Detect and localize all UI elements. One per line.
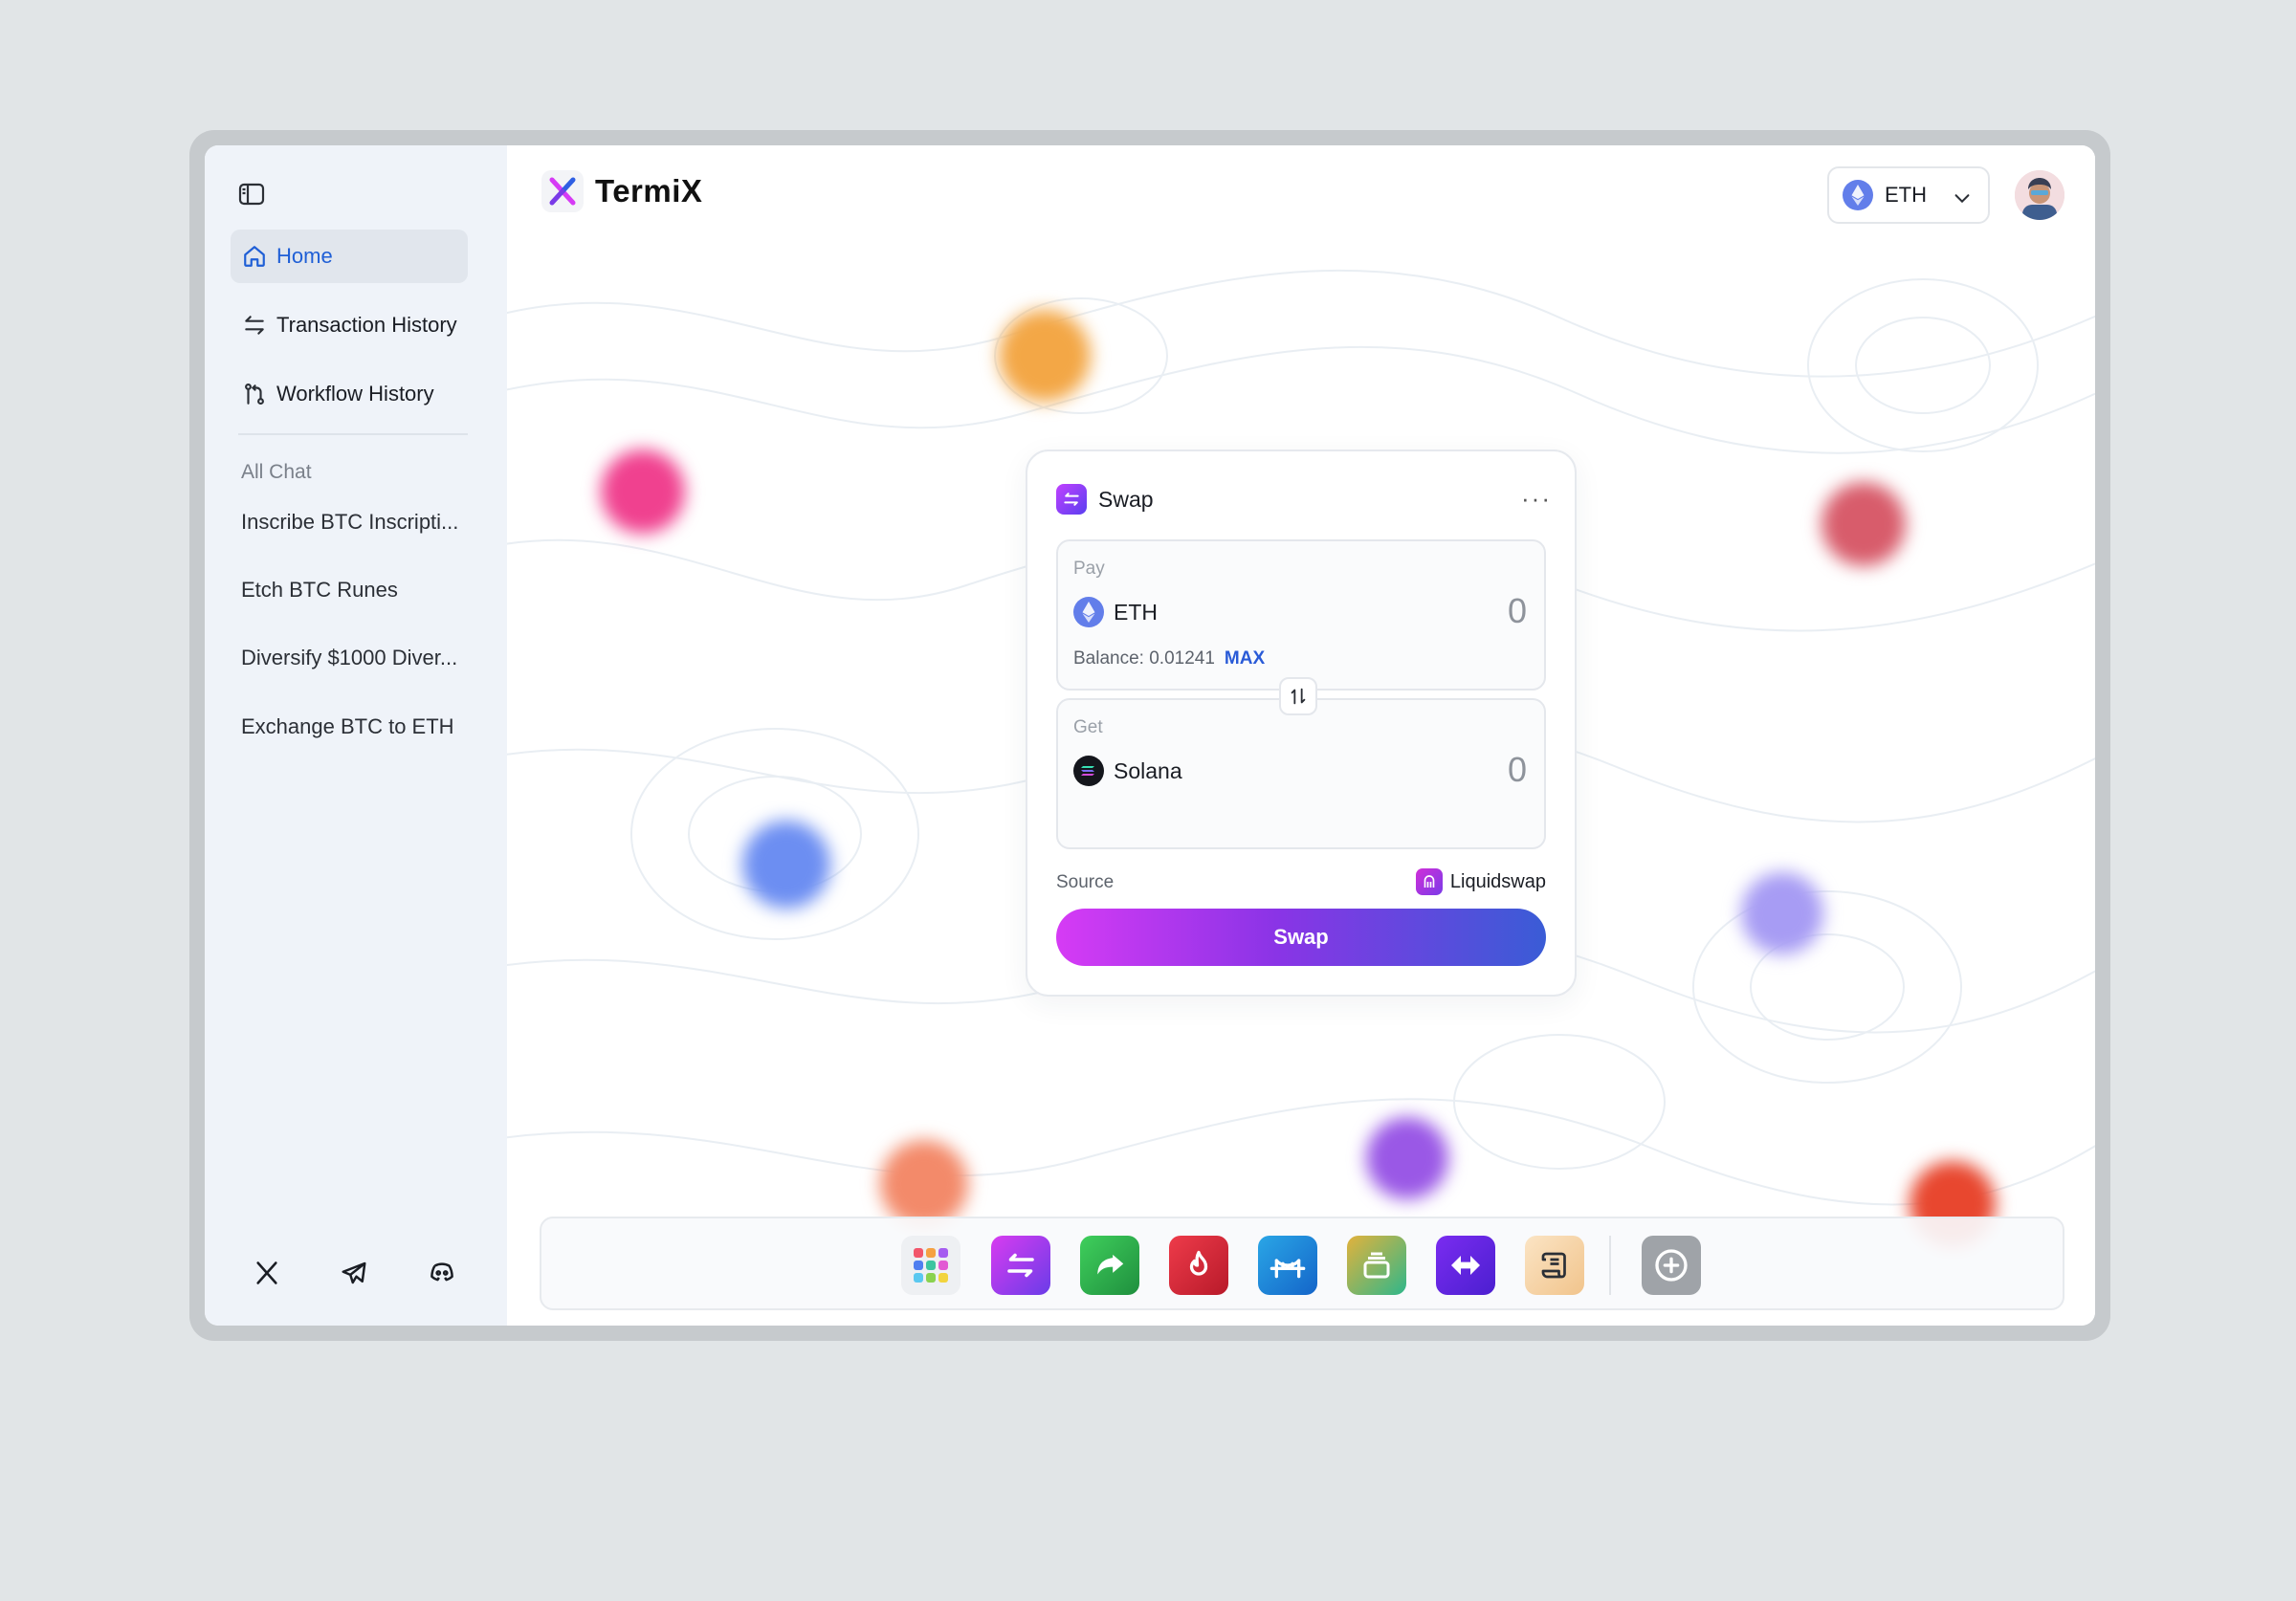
source-selector[interactable]: Liquidswap [1415, 868, 1546, 895]
solana-icon [1073, 756, 1104, 786]
brand[interactable]: TermiX [541, 170, 702, 212]
chat-item[interactable]: Inscribe BTC Inscripti... [241, 510, 480, 535]
telegram-icon[interactable] [338, 1257, 370, 1289]
pay-label: Pay [1073, 559, 1105, 579]
pay-amount-input[interactable]: 0 [1508, 591, 1527, 631]
network-label: ETH [1885, 183, 1927, 207]
chevron-down-icon [1954, 194, 1970, 204]
apps-grid-icon[interactable] [901, 1236, 960, 1295]
sidebar-divider [238, 433, 468, 435]
avatar[interactable] [2015, 170, 2064, 220]
get-token-select[interactable]: Solana [1073, 756, 1182, 786]
token-blob [880, 1140, 968, 1228]
chat-item[interactable]: Diversify $1000 Diver... [241, 646, 480, 670]
chat-item[interactable]: Exchange BTC to ETH [241, 714, 480, 739]
dock-separator [1609, 1236, 1611, 1295]
sidebar-item-workflow-history[interactable]: Workflow History [231, 367, 468, 421]
exchange-app-icon[interactable] [1436, 1236, 1495, 1295]
swap-title: Swap [1098, 486, 1154, 512]
eth-icon [1843, 180, 1873, 210]
scroll-app-icon[interactable] [1525, 1236, 1584, 1295]
swap-app-icon[interactable] [991, 1236, 1050, 1295]
chat-item[interactable]: Etch BTC Runes [241, 578, 480, 603]
source-row: Source Liquidswap [1056, 868, 1546, 895]
get-panel: Get Solana 0 [1056, 698, 1546, 849]
swap-card-header: Swap [1056, 484, 1154, 515]
token-blob [999, 310, 1091, 402]
home-icon [244, 246, 265, 267]
flip-direction-button[interactable] [1279, 677, 1317, 715]
burn-app-icon[interactable] [1169, 1236, 1228, 1295]
source-label: Source [1056, 872, 1115, 892]
x-icon[interactable] [251, 1257, 283, 1289]
arrows-swap-icon [245, 316, 264, 335]
add-app-icon[interactable] [1642, 1236, 1701, 1295]
chat-section-heading: All Chat [241, 461, 312, 483]
source-value: Liquidswap [1449, 870, 1546, 892]
balance-text: Balance: 0.01241 [1073, 648, 1215, 669]
token-blob [1366, 1117, 1448, 1199]
swap-icon [1056, 484, 1087, 515]
termix-logo-icon [541, 170, 584, 212]
stack-app-icon[interactable] [1347, 1236, 1406, 1295]
swap-card: Swap ··· Pay ETH 0 Balance: 0.01241 MAX G… [1026, 450, 1577, 997]
discord-icon[interactable] [426, 1257, 458, 1289]
token-blob [601, 450, 685, 534]
token-blob [742, 821, 830, 909]
pay-balance: Balance: 0.01241 MAX [1073, 648, 1265, 669]
get-token-label: Solana [1114, 757, 1182, 783]
token-blob [1821, 482, 1906, 566]
sidebar-item-label: Transaction History [276, 313, 457, 337]
send-app-icon[interactable] [1080, 1236, 1139, 1295]
main-area: TermiX ETH Swap ··· Pay ETH 0 Balance: 0… [507, 145, 2095, 1326]
sidebar-item-transaction-history[interactable]: Transaction History [231, 298, 468, 352]
sidebar-item-label: Home [276, 244, 333, 268]
brand-name: TermiX [595, 173, 703, 208]
get-amount-input[interactable]: 0 [1508, 750, 1527, 790]
pay-panel: Pay ETH 0 Balance: 0.01241 MAX [1056, 539, 1546, 691]
max-button[interactable]: MAX [1225, 648, 1265, 669]
app-window: Home Transaction History Workflow Histor… [205, 145, 2095, 1326]
sidebar-toggle-icon[interactable] [237, 180, 266, 208]
liquidswap-icon [1415, 868, 1443, 895]
token-blob [1741, 872, 1823, 954]
sidebar: Home Transaction History Workflow Histor… [205, 145, 507, 1326]
pay-token-select[interactable]: ETH [1073, 597, 1158, 627]
swap-vertical-icon [1291, 688, 1306, 705]
pay-token-label: ETH [1114, 599, 1158, 625]
app-dock [540, 1217, 2064, 1310]
git-branch-icon [245, 383, 264, 406]
eth-icon [1073, 597, 1104, 627]
swap-button[interactable]: Swap [1056, 909, 1546, 966]
bridge-app-icon[interactable] [1258, 1236, 1317, 1295]
more-options-icon[interactable]: ··· [1521, 484, 1552, 514]
sidebar-item-home[interactable]: Home [231, 230, 468, 283]
sidebar-item-label: Workflow History [276, 382, 434, 406]
get-label: Get [1073, 717, 1103, 737]
network-select[interactable]: ETH [1827, 166, 1990, 224]
